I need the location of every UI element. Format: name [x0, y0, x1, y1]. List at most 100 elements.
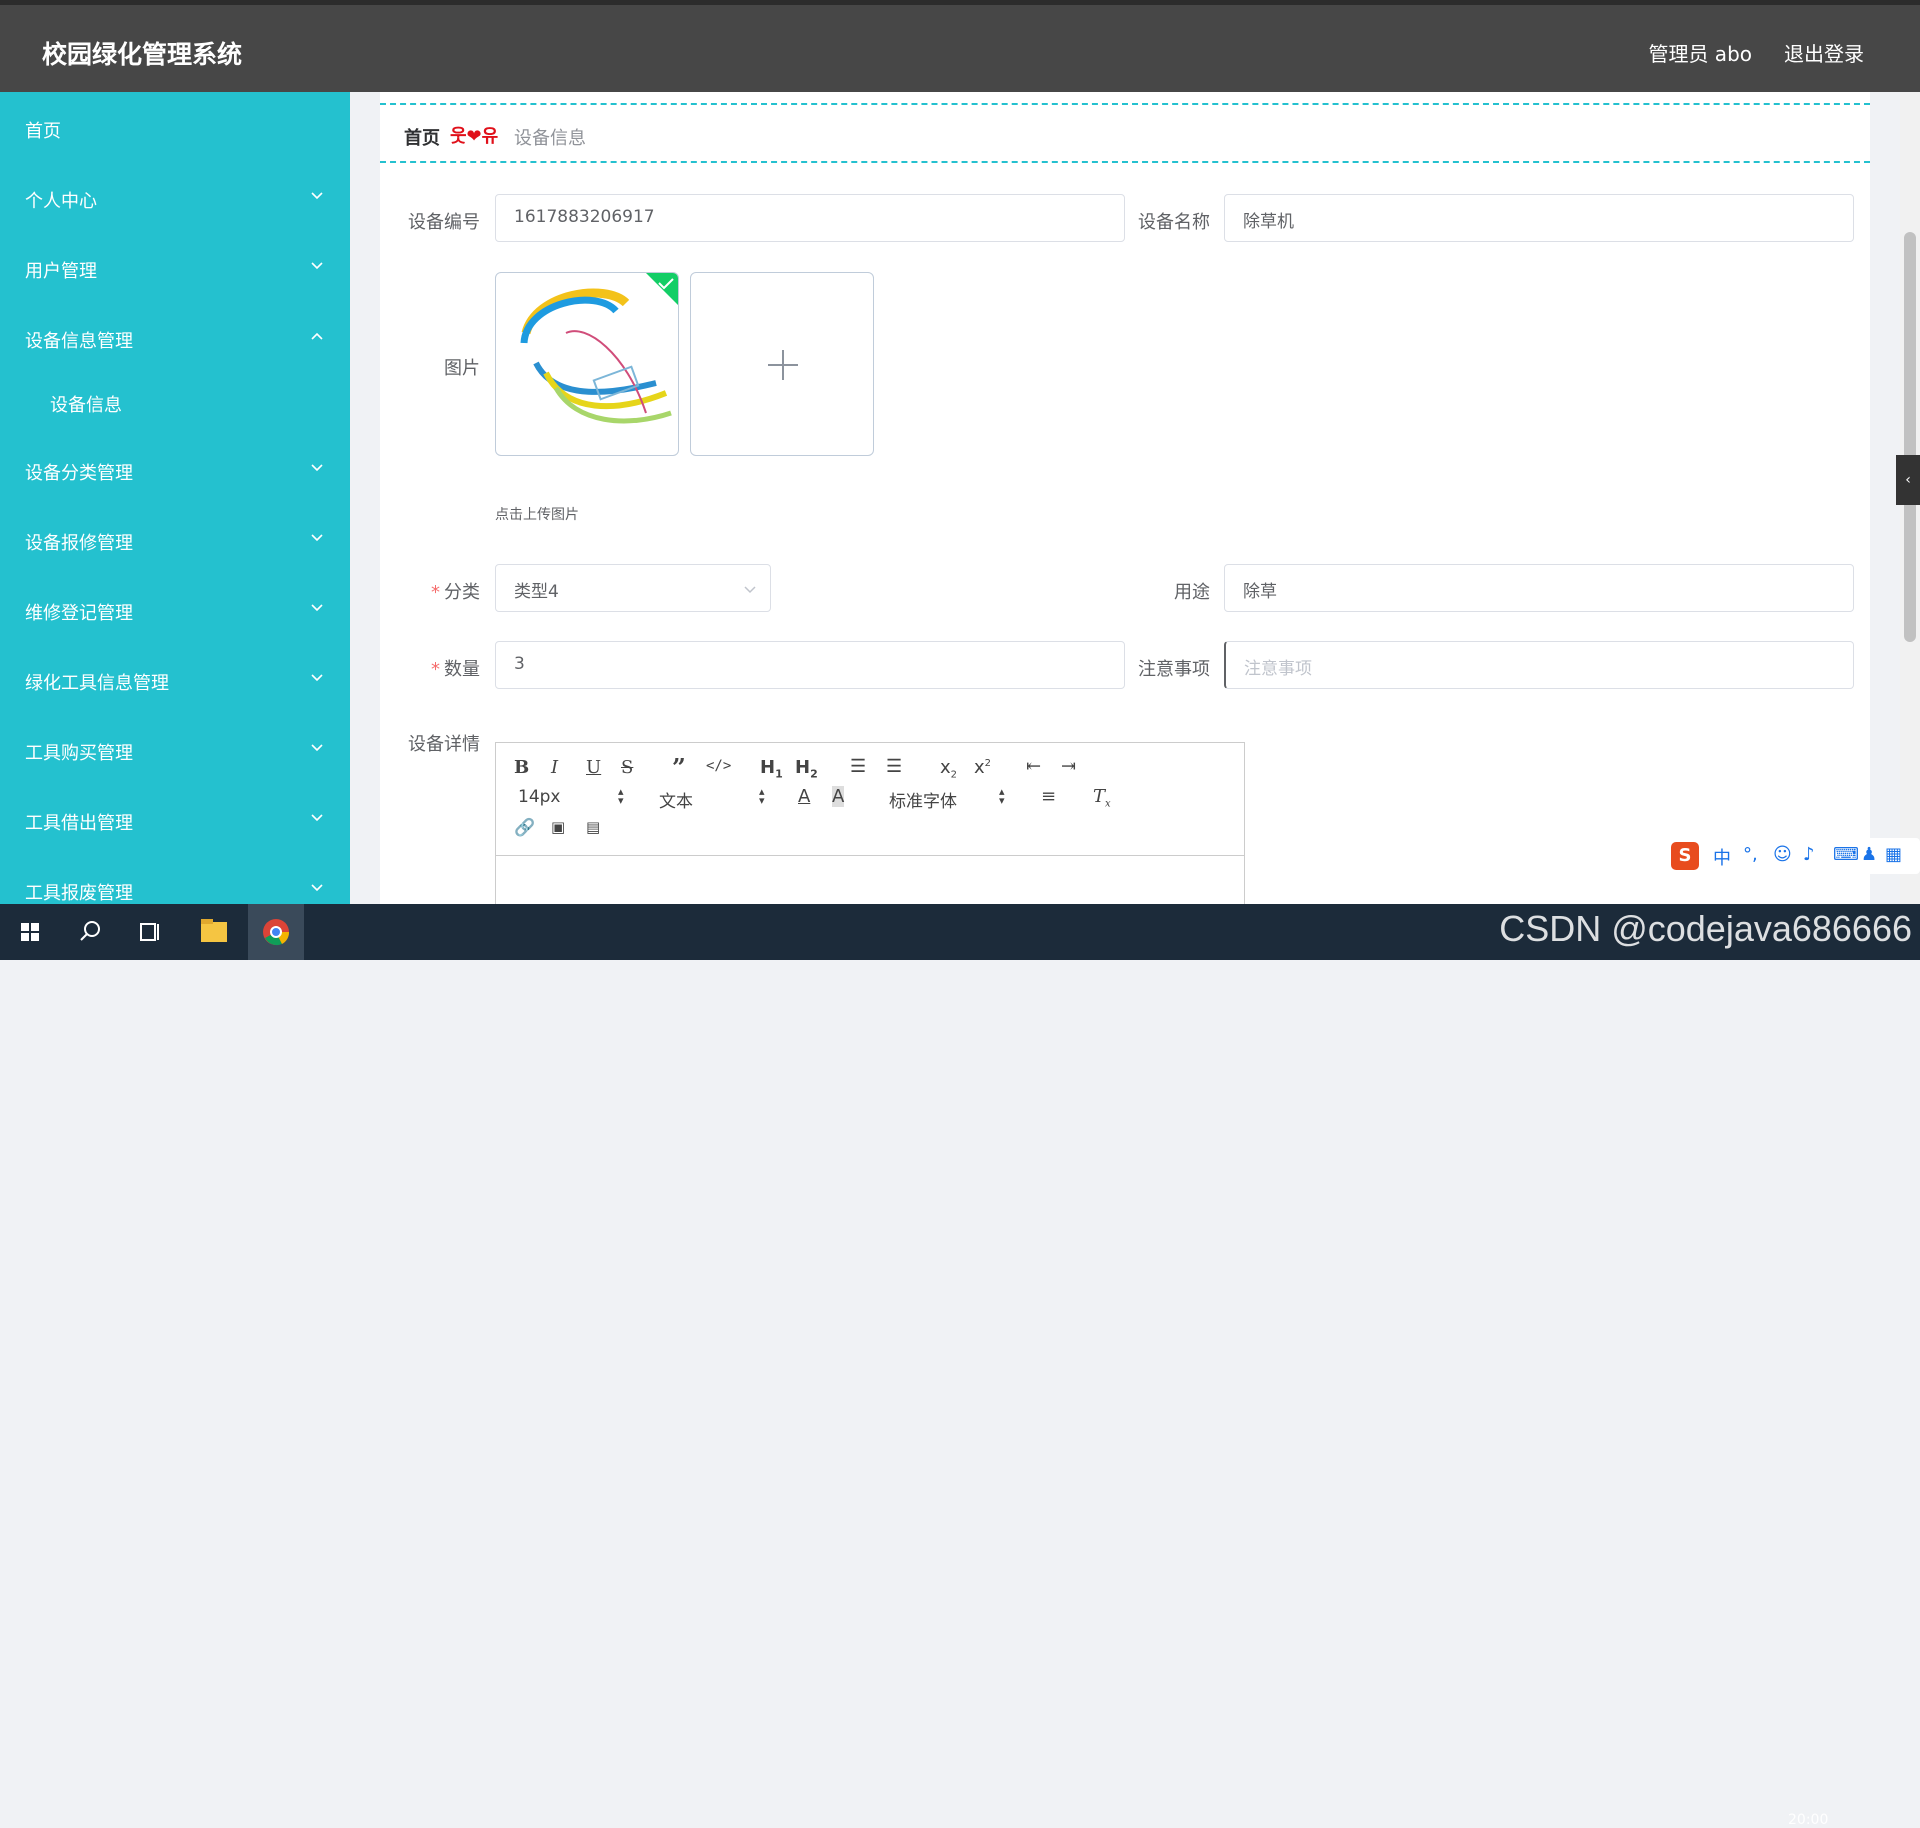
image-upload-button[interactable]: [690, 272, 874, 456]
text-style-select[interactable]: 文本 ▴ ▾: [659, 785, 769, 812]
quantity-input[interactable]: 3: [495, 641, 1125, 689]
usage-input[interactable]: 除草: [1224, 564, 1854, 612]
category-selected-value: 类型4: [514, 582, 559, 602]
superscript-icon[interactable]: x2: [974, 757, 991, 778]
sidebar-item-device-category-management[interactable]: 设备分类管理: [0, 441, 350, 501]
ime-toolbar: S 中 °, ☺ ♪ ⌨ ♟ ▦: [1663, 838, 1920, 874]
category-select[interactable]: 类型4: [495, 564, 771, 612]
chevron-down-icon: [311, 744, 323, 752]
device-no-input[interactable]: 1617883206917: [495, 194, 1125, 242]
chevron-down-icon: [311, 534, 323, 542]
sidebar-item-maintenance-registration[interactable]: 维修登记管理: [0, 581, 350, 641]
background-color-icon[interactable]: A: [832, 786, 845, 807]
sidebar-item-tool-scrap[interactable]: 工具报废管理: [0, 861, 350, 904]
punctuation-icon[interactable]: °,: [1743, 844, 1758, 865]
bullet-list-icon[interactable]: ☰: [886, 756, 902, 777]
notes-label: 注意事项: [1138, 659, 1210, 680]
chevron-down-icon: [311, 814, 323, 822]
sidebar-item-tool-lending[interactable]: 工具借出管理: [0, 791, 350, 851]
sidebar-item-home[interactable]: 首页: [0, 99, 350, 159]
text-style-value: 文本: [659, 792, 693, 812]
sidebar-item-label: 设备报修管理: [25, 533, 133, 554]
quantity-label-text: 数量: [444, 659, 480, 680]
microphone-icon[interactable]: ♪: [1803, 844, 1815, 865]
video-icon[interactable]: ▤: [586, 818, 600, 836]
sidebar-item-label: 工具借出管理: [25, 813, 133, 834]
windows-start-icon[interactable]: [2, 904, 58, 960]
upload-tip: 点击上传图片: [495, 507, 579, 523]
uploaded-image-thumbnail[interactable]: [495, 272, 679, 456]
device-name-label: 设备名称: [1138, 212, 1210, 233]
outdent-icon[interactable]: ⇤: [1026, 756, 1041, 777]
skin-icon[interactable]: ▦: [1885, 844, 1902, 865]
image-icon[interactable]: ▣: [551, 818, 565, 836]
strikethrough-icon[interactable]: S: [621, 757, 633, 778]
font-family-select[interactable]: 标准字体 ▴ ▾: [889, 786, 1009, 812]
sidebar-item-device-info[interactable]: 设备信息: [0, 373, 350, 433]
align-icon[interactable]: ≡: [1041, 786, 1056, 807]
sidebar-item-user-management[interactable]: 用户管理: [0, 239, 350, 299]
user-icon[interactable]: ♟: [1861, 844, 1877, 865]
current-user: 管理员 abo: [1648, 42, 1752, 66]
heading-2-icon[interactable]: H2: [795, 757, 818, 781]
sidebar-item-label: 工具购买管理: [25, 743, 133, 764]
breadcrumb-home[interactable]: 首页: [404, 124, 440, 150]
details-label: 设备详情: [408, 734, 480, 755]
side-collapse-tab[interactable]: ‹: [1896, 455, 1920, 505]
sidebar-item-label: 设备分类管理: [25, 463, 133, 484]
clear-format-icon[interactable]: Tx: [1093, 786, 1111, 810]
device-image: [520, 273, 678, 424]
sidebar-item-green-tool-info[interactable]: 绿化工具信息管理: [0, 651, 350, 711]
search-icon[interactable]: [62, 904, 118, 960]
select-arrows-icon: ▴ ▾: [618, 785, 624, 807]
subscript-icon[interactable]: x2: [940, 757, 957, 781]
chevron-down-icon: [311, 884, 323, 892]
notes-input[interactable]: 注意事项: [1224, 641, 1854, 689]
editor-toolbar: B I U S ” </> H1 H2 ☰ ☰ x2 x2 ⇤ ⇥ 14px ▴…: [496, 743, 1244, 856]
breadcrumb-current: 设备信息: [514, 128, 586, 149]
link-icon[interactable]: 🔗: [514, 818, 535, 838]
chevron-down-icon: [311, 192, 323, 200]
device-name-input[interactable]: 除草机: [1224, 194, 1854, 242]
chevron-up-icon: [311, 332, 323, 340]
task-view-icon[interactable]: [122, 904, 178, 960]
sidebar-item-label: 工具报废管理: [25, 883, 133, 904]
font-size-select[interactable]: 14px ▴ ▾: [518, 785, 628, 807]
logout-link[interactable]: 退出登录: [1784, 38, 1864, 67]
csdn-watermark: CSDN @codejava686666: [1499, 908, 1912, 949]
required-star: *: [431, 659, 440, 680]
category-label-text: 分类: [444, 582, 480, 603]
sidebar-item-tool-purchase[interactable]: 工具购买管理: [0, 721, 350, 781]
sidebar-item-personal-center[interactable]: 个人中心: [0, 169, 350, 229]
emoji-icon[interactable]: ☺: [1773, 844, 1792, 865]
indent-icon[interactable]: ⇥: [1061, 756, 1076, 777]
sidebar-item-label: 设备信息管理: [25, 331, 133, 352]
sogou-icon[interactable]: S: [1671, 842, 1699, 870]
underline-icon[interactable]: U: [586, 757, 601, 778]
font-color-icon[interactable]: A: [798, 786, 810, 807]
blockquote-icon[interactable]: ”: [672, 753, 686, 782]
select-arrows-icon: ▴ ▾: [759, 785, 765, 807]
file-explorer-icon[interactable]: [186, 904, 242, 960]
sidebar-item-label: 首页: [25, 121, 61, 142]
sidebar-item-device-repair-management[interactable]: 设备报修管理: [0, 511, 350, 571]
heading-1-icon[interactable]: H1: [760, 757, 783, 781]
chrome-icon[interactable]: [248, 904, 304, 960]
clock: 20:00: [1788, 1812, 1829, 1828]
scrollbar-thumb[interactable]: [1904, 232, 1916, 642]
app-title: 校园绿化管理系统: [42, 40, 243, 69]
ordered-list-icon[interactable]: ☰: [850, 756, 866, 777]
italic-icon[interactable]: I: [551, 757, 558, 778]
chevron-left-icon: ‹: [1905, 472, 1911, 488]
bold-icon[interactable]: B: [514, 757, 529, 778]
plus-icon: [768, 350, 798, 380]
keyboard-icon[interactable]: ⌨: [1833, 844, 1859, 865]
font-family-value: 标准字体: [889, 792, 957, 812]
sidebar-item-label: 设备信息: [50, 395, 122, 416]
chevron-down-icon: [311, 674, 323, 682]
sidebar-item-device-info-management[interactable]: 设备信息管理: [0, 309, 350, 369]
rich-text-editor[interactable]: B I U S ” </> H1 H2 ☰ ☰ x2 x2 ⇤ ⇥ 14px ▴…: [495, 742, 1245, 912]
ime-mode-icon[interactable]: 中: [1713, 844, 1731, 870]
chevron-down-icon: [311, 262, 323, 270]
code-block-icon[interactable]: </>: [706, 758, 731, 774]
